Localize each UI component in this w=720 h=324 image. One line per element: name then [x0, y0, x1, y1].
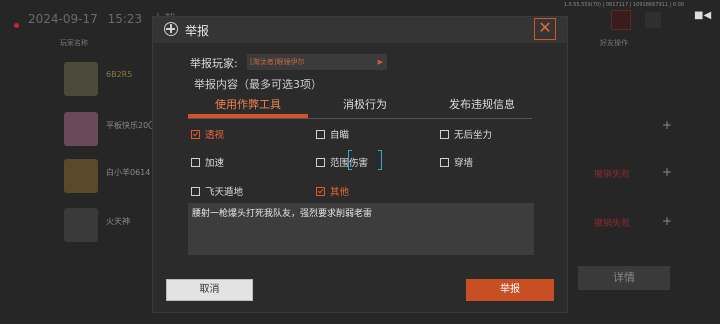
add-friend-icon[interactable]: +: [662, 214, 672, 228]
camera-icon[interactable]: ■◀: [694, 10, 711, 21]
player-name: 火天神: [106, 217, 130, 226]
cancel-button[interactable]: 取消: [166, 279, 253, 301]
option-label: 穿墙: [454, 158, 474, 169]
player-select[interactable]: [淘汰者]眼镜伊尔 ▶: [247, 54, 387, 70]
player-column-header: 玩家名称: [60, 39, 88, 47]
tab-negative-behavior[interactable]: 消极行为: [343, 96, 387, 112]
tab-divider: [188, 118, 532, 119]
report-status: 撤销失败: [594, 170, 631, 180]
avatar: [64, 112, 98, 146]
grid-icon[interactable]: [645, 12, 661, 28]
checkbox: [316, 158, 325, 167]
checkbox: [191, 187, 200, 196]
checkbox: [316, 187, 325, 196]
avatar: [64, 159, 98, 193]
checkbox: [316, 130, 325, 139]
option-label: 飞天遁地: [205, 187, 244, 198]
report-status: 撤销失败: [594, 219, 631, 229]
submit-report-button[interactable]: 举报: [466, 279, 554, 301]
checkbox: [191, 158, 200, 167]
option-label: 其他: [330, 187, 350, 198]
close-icon: ✕: [538, 18, 552, 37]
option-other[interactable]: 其他: [316, 184, 349, 198]
option-label: 无后坐力: [454, 130, 493, 141]
details-button[interactable]: 详情: [578, 266, 670, 290]
checkbox: [440, 158, 449, 167]
player-name: 平板快乐20〇: [106, 121, 157, 130]
player-name: 白小羊0614: [106, 168, 151, 177]
friend-column-header: 好友操作: [600, 39, 628, 47]
option-no-recoil[interactable]: 无后坐力: [440, 127, 492, 141]
notification-dot: [14, 23, 19, 28]
option-label: 加速: [205, 158, 225, 169]
player-name: 6B2R5: [106, 70, 133, 79]
crosshair-icon: [164, 22, 178, 36]
player-label: 举报玩家:: [190, 57, 238, 70]
time-text: 15:23: [107, 12, 143, 26]
tab-illegal-info[interactable]: 发布违规信息: [449, 96, 515, 112]
option-label: 自瞄: [330, 130, 350, 141]
close-button[interactable]: ✕: [534, 18, 556, 40]
option-wall-clip[interactable]: 穿墙: [440, 155, 473, 169]
avatar: [64, 62, 98, 96]
system-status-bar: 1.0.55.559(70) | 0817117 | 10918667911 |…: [563, 2, 684, 8]
menu-icon[interactable]: [611, 10, 631, 30]
option-aimbot[interactable]: 自瞄: [316, 127, 349, 141]
tab-cheating-tools[interactable]: 使用作弊工具: [215, 96, 281, 112]
add-friend-icon[interactable]: +: [662, 118, 672, 132]
option-wallhack[interactable]: 透视: [191, 127, 224, 141]
report-description-input[interactable]: 腰射一枪爆头打死我队友，强烈要求削弱老雷: [188, 203, 534, 255]
option-label: 透视: [205, 130, 225, 141]
dialog-title: 举报: [185, 24, 210, 38]
dialog-header: 举报 ✕: [153, 17, 567, 43]
checkbox: [440, 130, 449, 139]
checkbox: [191, 130, 200, 139]
option-fly-underground[interactable]: 飞天遁地: [191, 184, 243, 198]
focus-bracket-right: [378, 150, 382, 170]
option-speedhack[interactable]: 加速: [191, 155, 224, 169]
report-dialog: 举报 ✕ 举报玩家: [淘汰者]眼镜伊尔 ▶ 举报内容（最多可选3项） 使用作弊…: [153, 17, 567, 312]
caret-right-icon: ▶: [377, 58, 383, 66]
content-label: 举报内容（最多可选3项）: [194, 78, 322, 91]
date-text: 2024-09-17: [28, 12, 98, 26]
player-select-value: [淘汰者]眼镜伊尔: [250, 58, 305, 66]
option-area-damage[interactable]: 范围伤害: [316, 155, 368, 169]
add-friend-icon[interactable]: +: [662, 165, 672, 179]
focus-bracket-left: [348, 150, 352, 170]
avatar: [64, 208, 98, 242]
